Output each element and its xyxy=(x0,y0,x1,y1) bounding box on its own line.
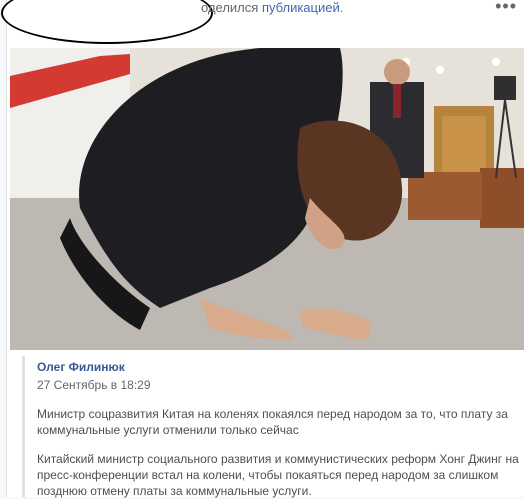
photo-illustration xyxy=(10,48,524,350)
post-header: оделился публикацией. ••• xyxy=(1,0,524,44)
ceiling-light-3 xyxy=(492,58,500,66)
shared-post: Олег Филинюк 27 Сентябрь в 18:29 Министр… xyxy=(22,356,524,498)
more-options-icon[interactable]: ••• xyxy=(495,0,517,17)
shared-post-author[interactable]: Олег Филинюк xyxy=(37,360,125,374)
standing-man-tie xyxy=(393,84,401,118)
post-photo[interactable] xyxy=(10,48,524,350)
shared-post-paragraph-2: Китайский министр социального развития и… xyxy=(37,452,519,498)
desk-left xyxy=(408,172,482,220)
standing-man-head xyxy=(384,59,410,85)
shared-post-date[interactable]: 27 Сентябрь в 18:29 xyxy=(37,378,151,392)
camera xyxy=(494,76,516,100)
shared-post-paragraph-1: Министр соцразвития Китая на коленях пок… xyxy=(37,407,508,437)
ceiling-light-2 xyxy=(436,66,444,74)
redaction-ellipse xyxy=(1,0,213,44)
post-header-text: оделился публикацией. xyxy=(201,0,343,15)
header-period: . xyxy=(339,0,344,15)
post-card: оделился публикацией. ••• Олег Филинюк 2… xyxy=(1,0,524,498)
publication-link[interactable]: публикацией xyxy=(262,0,340,15)
shared-text: оделился xyxy=(201,0,259,15)
desk xyxy=(480,168,524,228)
